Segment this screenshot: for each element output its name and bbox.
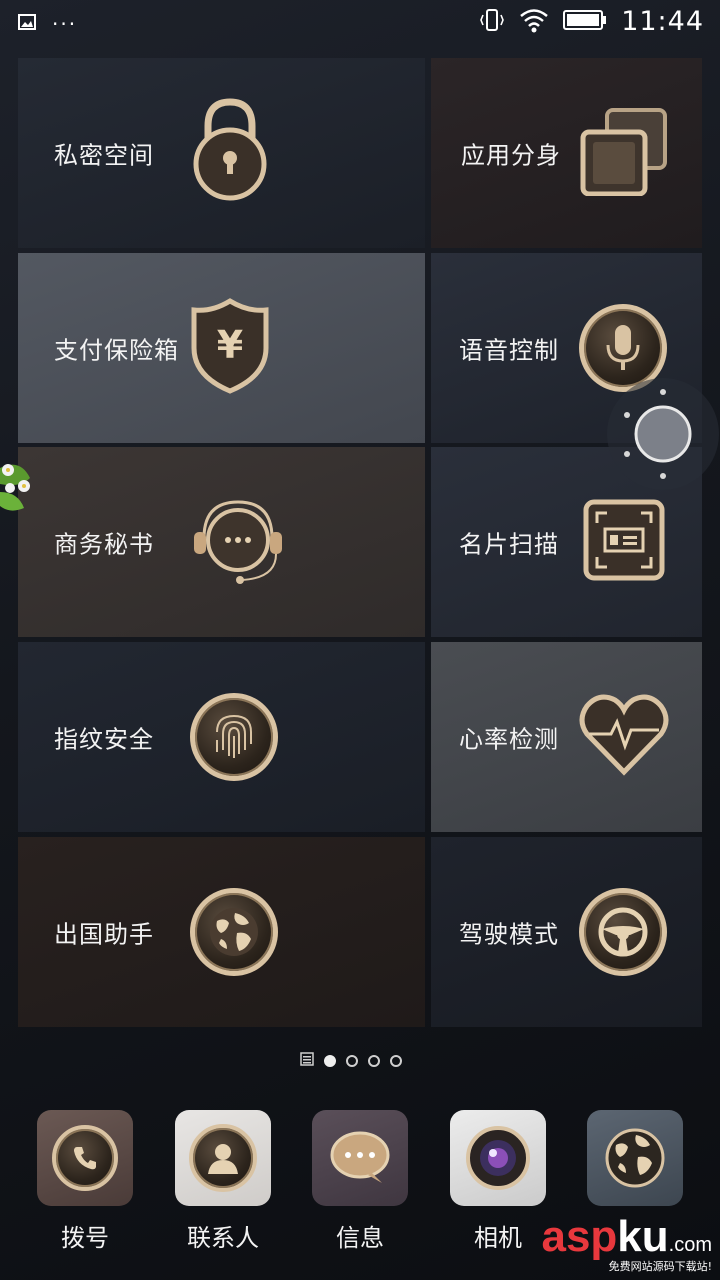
list-page-icon[interactable]: [300, 1051, 314, 1070]
page-dot[interactable]: [390, 1054, 402, 1067]
dock-item-messages[interactable]: 信息: [312, 1110, 408, 1253]
dock-item-browser[interactable]: [587, 1110, 683, 1218]
fingerprint-icon: [190, 693, 278, 781]
phone-icon[interactable]: [37, 1110, 133, 1206]
dock-label: 相机: [474, 1224, 522, 1252]
globe-icon: [190, 888, 278, 976]
tile-private-space[interactable]: 私密空间: [18, 58, 425, 248]
dock-item-dialer[interactable]: 拨号: [37, 1110, 133, 1253]
tile-driving-mode[interactable]: 驾驶模式: [431, 837, 702, 1027]
dock-label: 信息: [336, 1224, 384, 1252]
tile-label: 名片扫描: [459, 530, 559, 559]
message-icon[interactable]: [312, 1110, 408, 1206]
dock-item-camera[interactable]: 相机: [450, 1110, 546, 1253]
app-clone-icon: [579, 106, 669, 200]
camera-icon[interactable]: [450, 1110, 546, 1206]
tile-travel-assistant[interactable]: 出国助手: [18, 837, 425, 1027]
contact-icon[interactable]: [175, 1110, 271, 1206]
watermark-ku: ku: [617, 1212, 669, 1261]
watermark-dotcom: .com: [668, 1234, 712, 1256]
world-map-icon[interactable]: [587, 1110, 683, 1206]
tile-label: 语音控制: [459, 336, 559, 365]
tile-fingerprint-security[interactable]: 指纹安全: [18, 642, 425, 832]
floating-assistive-button[interactable]: [607, 378, 719, 490]
more-icon: ···: [52, 12, 78, 36]
tile-app-clone[interactable]: 应用分身: [431, 58, 702, 248]
tile-label: 出国助手: [54, 920, 154, 949]
dock-item-contacts[interactable]: 联系人: [175, 1110, 271, 1253]
watermark-asp: asp: [541, 1212, 618, 1261]
page-dot[interactable]: [346, 1054, 358, 1067]
flower-decoration: [0, 448, 40, 522]
watermark: aspku.com 免费网站源码下载站!: [541, 1212, 712, 1274]
headset-icon: [190, 492, 286, 592]
status-bar: ··· 11:44: [0, 0, 720, 50]
tile-label: 心率检测: [459, 725, 559, 754]
tile-payment-safe[interactable]: 支付保险箱 ¥: [18, 253, 425, 443]
dock-label: 联系人: [187, 1224, 259, 1252]
clock: 11:44: [621, 6, 704, 37]
vibrate-icon: [479, 7, 505, 37]
svg-text:¥: ¥: [217, 323, 243, 367]
page-dot-active[interactable]: [324, 1054, 336, 1067]
tile-label: 应用分身: [461, 141, 561, 170]
tile-business-secretary[interactable]: 商务秘书: [18, 447, 425, 637]
steering-wheel-icon: [579, 888, 667, 976]
card-scan-icon: [583, 499, 665, 585]
tile-label: 私密空间: [54, 141, 154, 170]
tile-label: 驾驶模式: [459, 920, 559, 949]
image-icon: [18, 14, 36, 34]
tile-heart-rate[interactable]: 心率检测: [431, 642, 702, 832]
battery-icon: [563, 9, 607, 35]
heart-rate-icon: [579, 692, 669, 782]
tile-label: 商务秘书: [54, 530, 154, 559]
page-indicator[interactable]: [300, 1051, 402, 1070]
lock-icon: [190, 96, 270, 210]
wifi-icon: [519, 7, 549, 37]
yuan-shield-icon: ¥: [190, 298, 270, 398]
dock-label: 拨号: [61, 1224, 109, 1252]
tile-label: 指纹安全: [54, 725, 154, 754]
page-dot[interactable]: [368, 1054, 380, 1067]
tile-label: 支付保险箱: [54, 336, 179, 365]
